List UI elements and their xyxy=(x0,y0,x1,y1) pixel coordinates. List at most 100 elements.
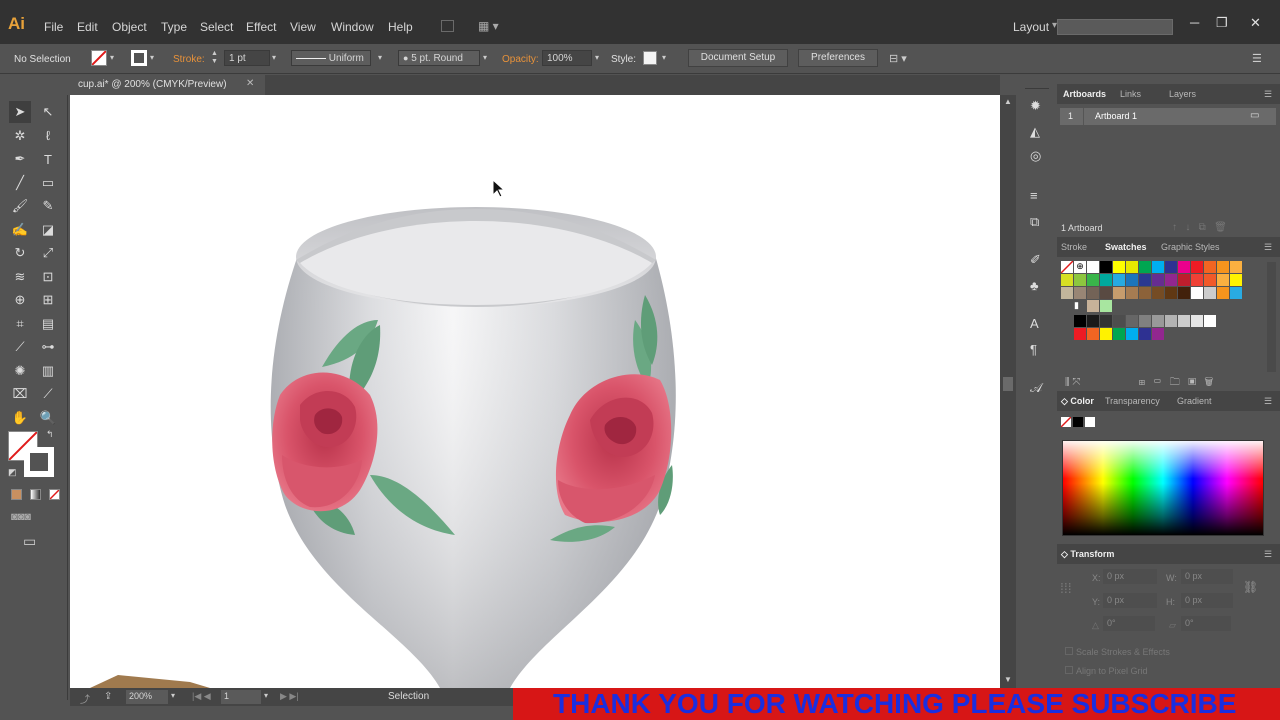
swatch-chip[interactable] xyxy=(1100,287,1112,299)
restore-icon[interactable]: ❐ xyxy=(1216,15,1228,31)
character-icon[interactable]: A xyxy=(1030,316,1039,331)
swatch-chip[interactable] xyxy=(1100,274,1112,286)
next-artboard-icon[interactable]: ▶ ▶| xyxy=(280,691,299,702)
symbols-icon[interactable]: ◭ xyxy=(1030,124,1040,140)
swatch-chip[interactable] xyxy=(1230,274,1242,286)
swatch-chip[interactable] xyxy=(1113,287,1125,299)
stroke-weight-field[interactable]: 1 pt xyxy=(224,50,270,66)
chevron-down-icon[interactable]: ▾ xyxy=(150,53,154,62)
document-tab[interactable]: cup.ai* @ 200% (CMYK/Preview) ✕ xyxy=(70,75,265,95)
swatch-chip[interactable] xyxy=(1217,274,1229,286)
blob-brush-tool-icon[interactable]: ✍ xyxy=(9,219,31,241)
menu-view[interactable]: View xyxy=(290,20,316,34)
tab-artboards[interactable]: Artboards xyxy=(1063,89,1106,99)
hand-tool-icon[interactable]: ✋ xyxy=(9,407,31,429)
search-input[interactable] xyxy=(1057,19,1173,35)
x-field[interactable]: 0 px xyxy=(1103,569,1157,584)
artboard-footer-icons[interactable]: ↑ ↓ ⧉ 🗑 xyxy=(1172,222,1227,233)
artboard-navigator[interactable]: 1 xyxy=(221,690,261,704)
panel-menu-icon[interactable]: ☰ xyxy=(1252,52,1262,65)
close-icon[interactable]: ✕ xyxy=(1250,15,1261,31)
chevron-down-icon[interactable]: ▾ xyxy=(110,53,114,62)
scale-strokes-checkbox[interactable] xyxy=(1065,647,1073,655)
swatch-chip[interactable] xyxy=(1126,328,1138,340)
reference-point-icon[interactable]: ⁞⁞⁞ xyxy=(1060,580,1072,596)
symbol-sprayer-tool-icon[interactable]: ✺ xyxy=(9,360,31,382)
pathfinder-icon[interactable]: ⧉ xyxy=(1030,214,1039,230)
menu-effect[interactable]: Effect xyxy=(246,20,276,34)
constrain-proportions-icon[interactable]: ⛓ xyxy=(1243,580,1258,594)
shear-field[interactable]: 0° xyxy=(1181,616,1231,631)
arrange-icon[interactable]: ⊟ ▾ xyxy=(889,52,907,65)
tab-graphic-styles[interactable]: Graphic Styles xyxy=(1161,242,1220,252)
swatch-chip[interactable] xyxy=(1204,261,1216,273)
swatch-chip[interactable] xyxy=(1074,287,1086,299)
fill-swatch[interactable] xyxy=(91,50,107,66)
blend-tool-icon[interactable]: ⊶ xyxy=(37,336,59,358)
tab-stroke[interactable]: Stroke xyxy=(1061,242,1087,252)
panel-menu-icon[interactable]: ☰ xyxy=(1264,242,1272,253)
swatch-chip[interactable] xyxy=(1061,274,1073,286)
swatch-chip[interactable] xyxy=(1204,315,1216,327)
style-swatch[interactable] xyxy=(643,51,657,65)
swatch-chip[interactable] xyxy=(1165,287,1177,299)
swatch-chip[interactable] xyxy=(1100,315,1112,327)
swatch-chip[interactable] xyxy=(1087,287,1099,299)
panel-menu-icon[interactable]: ☰ xyxy=(1264,89,1272,100)
mesh-tool-icon[interactable]: ⌗ xyxy=(9,313,31,335)
swatch-chip[interactable] xyxy=(1113,274,1125,286)
swatch-chip[interactable] xyxy=(1191,261,1203,273)
tab-transform[interactable]: ◇ Transform xyxy=(1061,549,1114,560)
scale-tool-icon[interactable]: ⤢ xyxy=(37,242,59,264)
draw-mode-icon[interactable]: ◙◙◙ xyxy=(11,511,31,523)
artboard-row[interactable]: 1 Artboard 1 xyxy=(1060,108,1238,125)
white-color-icon[interactable] xyxy=(1085,417,1095,427)
graphic-styles-icon[interactable]: ♣ xyxy=(1030,278,1039,293)
tab-links[interactable]: Links xyxy=(1120,89,1141,99)
menu-edit[interactable]: Edit xyxy=(77,20,98,34)
swatch-chip[interactable] xyxy=(1061,287,1073,299)
swatch-chip[interactable] xyxy=(1100,261,1112,273)
swatch-chip[interactable] xyxy=(1113,261,1125,273)
swatch-chip[interactable] xyxy=(1087,328,1099,340)
document-setup-button[interactable]: Document Setup xyxy=(688,49,788,67)
brushes-icon[interactable]: ✐ xyxy=(1030,252,1041,268)
brush-definition[interactable]: ● 5 pt. Round xyxy=(398,50,480,66)
chevron-down-icon[interactable]: ▾ xyxy=(264,691,268,700)
opentype-icon[interactable]: 𝒜 xyxy=(1030,380,1042,396)
close-tab-icon[interactable]: ✕ xyxy=(246,78,254,89)
panel-menu-icon[interactable]: ☰ xyxy=(1264,549,1272,560)
artboard-tool-icon[interactable]: ⌧ xyxy=(9,383,31,405)
panel-menu-icon[interactable]: ☰ xyxy=(1264,396,1272,407)
swatch-chip[interactable] xyxy=(1191,274,1203,286)
scroll-up-icon[interactable]: ▲ xyxy=(1004,97,1012,106)
swatch-chip[interactable] xyxy=(1204,287,1216,299)
swatch-chip[interactable]: ▮ xyxy=(1074,300,1086,312)
black-color-icon[interactable] xyxy=(1073,417,1083,427)
swatch-chip[interactable] xyxy=(1126,274,1138,286)
scroll-thumb[interactable] xyxy=(1003,377,1013,391)
shape-builder-tool-icon[interactable]: ⊕ xyxy=(9,289,31,311)
swatch-chip[interactable] xyxy=(1113,315,1125,327)
swatch-chip[interactable] xyxy=(1152,274,1164,286)
swatch-chip[interactable] xyxy=(1139,274,1151,286)
swatch-chip[interactable] xyxy=(1087,274,1099,286)
selection-tool-icon[interactable]: ➤ xyxy=(9,101,31,123)
swatch-grid[interactable]: ⊕ ▮ xyxy=(1060,260,1261,351)
pencil-tool-icon[interactable]: ✎ xyxy=(37,195,59,217)
swatch-chip[interactable] xyxy=(1139,261,1151,273)
stroke-label[interactable]: Stroke: xyxy=(173,54,205,65)
h-field[interactable]: 0 px xyxy=(1181,593,1233,608)
arrange-documents-icon[interactable]: ▦ ▾ xyxy=(478,19,499,33)
preferences-button[interactable]: Preferences xyxy=(798,49,878,67)
swatch-chip[interactable] xyxy=(1074,274,1086,286)
rotate-tool-icon[interactable]: ↻ xyxy=(9,242,31,264)
chevron-down-icon[interactable]: ▾ xyxy=(662,53,666,62)
screen-mode-icon[interactable]: ▭ xyxy=(23,533,36,550)
align-icon[interactable]: ≡ xyxy=(1030,188,1038,203)
swatch-chip[interactable] xyxy=(1152,328,1164,340)
swatch-chip[interactable] xyxy=(1217,261,1229,273)
swatch-chip[interactable] xyxy=(1191,287,1203,299)
chevron-down-icon[interactable]: ▾ xyxy=(378,53,382,62)
swatch-chip[interactable] xyxy=(1139,315,1151,327)
